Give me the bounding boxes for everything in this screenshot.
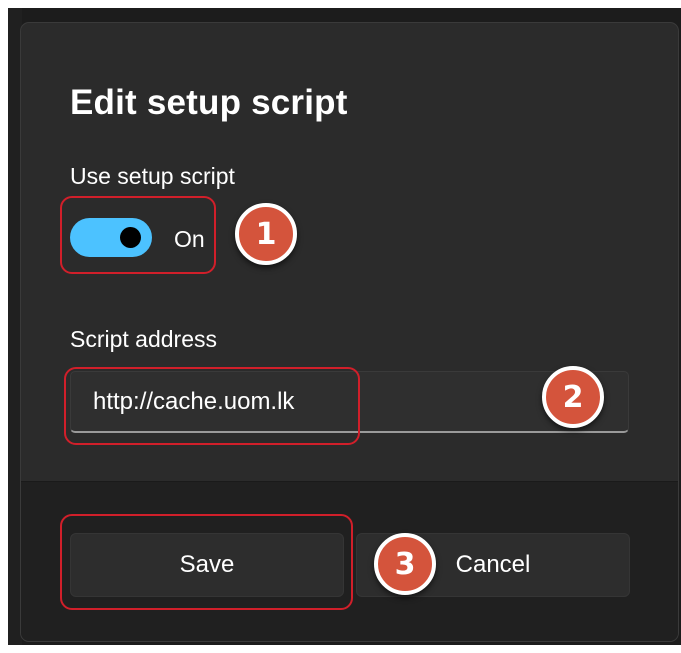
cancel-button-label: Cancel xyxy=(455,551,531,578)
toggle-state-label: On xyxy=(174,226,205,252)
step-1-marker: 1 xyxy=(235,203,297,265)
toggle-knob xyxy=(120,227,141,248)
save-button-label: Save xyxy=(179,551,235,578)
dialog-title: Edit setup script xyxy=(70,83,348,122)
step-2-marker: 2 xyxy=(542,366,604,428)
use-setup-script-toggle[interactable] xyxy=(70,218,152,257)
use-setup-script-label: Use setup script xyxy=(70,163,235,189)
step-3-marker: 3 xyxy=(374,533,436,595)
save-button[interactable]: Save xyxy=(70,533,344,597)
script-address-label: Script address xyxy=(70,326,218,352)
edit-setup-script-dialog: Edit setup script Use setup script On Sc… xyxy=(20,22,679,642)
